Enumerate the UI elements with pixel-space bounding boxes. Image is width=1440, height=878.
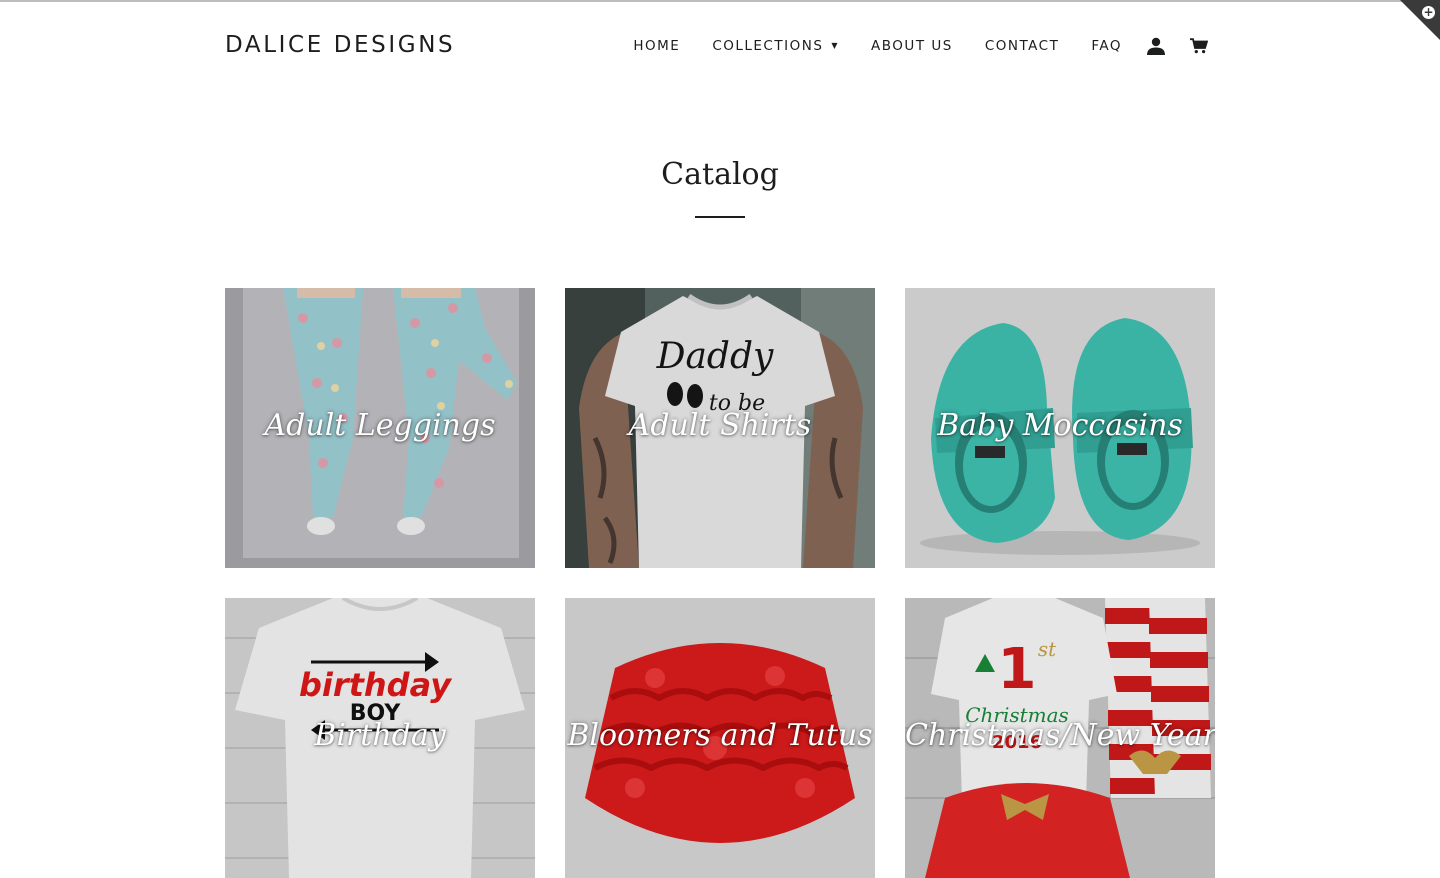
collection-tile-adult-shirts[interactable]: Daddy to be Adult Shirts	[565, 288, 875, 568]
tile-label: Baby Moccasins	[937, 408, 1183, 443]
collection-tile-birthday[interactable]: birthday BOY Birthday	[225, 598, 535, 878]
nav-collections-label: COLLECTIONS	[712, 38, 824, 54]
account-icon[interactable]	[1146, 37, 1166, 55]
tile-label: Birthday	[314, 718, 446, 753]
collection-tile-baby-moccasins[interactable]: Baby Moccasins	[905, 288, 1215, 568]
collection-grid: Adult Leggings Daddy to be Adult Shirts	[225, 288, 1215, 878]
nav-home[interactable]: HOME	[633, 36, 680, 56]
caret-down-icon: ▼	[831, 41, 840, 50]
collection-tile-christmas-new-years[interactable]: 1 st Christmas 2016 Christmas/New Years	[905, 598, 1215, 878]
tile-label: Christmas/New Years	[905, 718, 1215, 753]
page-title: Catalog	[661, 157, 779, 192]
nav-contact[interactable]: CONTACT	[985, 36, 1060, 56]
site-header: DALICE DESIGNS HOME COLLECTIONS ▼ ABOUT U…	[0, 0, 1440, 90]
collection-tile-adult-leggings[interactable]: Adult Leggings	[225, 288, 535, 568]
title-divider	[695, 216, 745, 218]
tile-label: Adult Leggings	[264, 408, 496, 443]
collection-tile-bloomers-and-tutus[interactable]: Bloomers and Tutus	[565, 598, 875, 878]
nav-collections[interactable]: COLLECTIONS ▼	[712, 36, 839, 56]
tile-label: Adult Shirts	[628, 408, 812, 443]
cart-icon[interactable]	[1190, 38, 1208, 54]
main-nav: HOME COLLECTIONS ▼ ABOUT US CONTACT FAQ	[601, 36, 1208, 56]
tile-label: Bloomers and Tutus	[567, 718, 873, 753]
store-logo[interactable]: DALICE DESIGNS	[225, 31, 455, 59]
nav-faq[interactable]: FAQ	[1091, 36, 1122, 56]
nav-about-us[interactable]: ABOUT US	[871, 36, 953, 56]
